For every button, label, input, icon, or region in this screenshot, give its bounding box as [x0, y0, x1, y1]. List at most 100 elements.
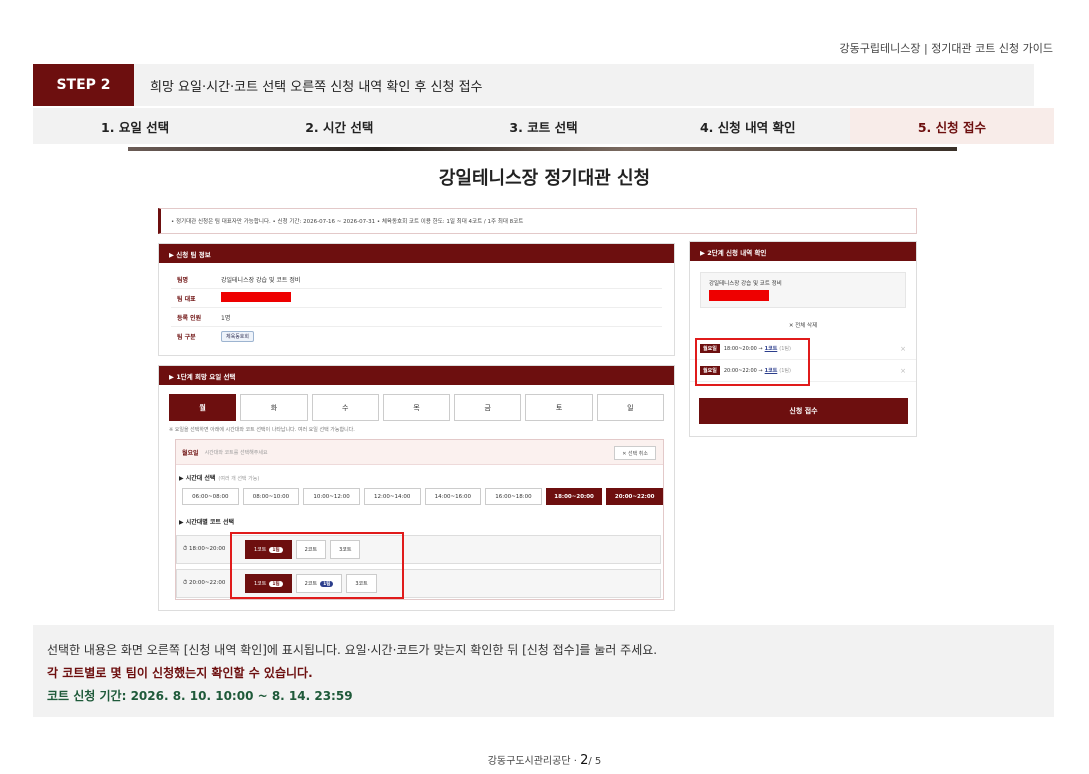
- court-row-1800: ⏱ 18:00~20:00 1코트 1팀 2코트 3코트: [176, 535, 661, 564]
- selection-court: 1코트: [764, 368, 778, 374]
- step-description: 희망 요일·시간·코트 선택 오른쪽 신청 내역 확인 후 신청 접수: [150, 79, 483, 95]
- team-count-badge: 1팀: [320, 580, 334, 587]
- selection-day-tag: 월요일: [700, 344, 720, 353]
- flow-step-4: 4. 신청 내역 확인: [699, 119, 796, 135]
- day-note: ※ 요일을 선택하면 아래에 시간대와 코트 선택이 나타납니다. 여러 요일 …: [169, 427, 355, 433]
- time-slot-1800[interactable]: 18:00~20:00: [545, 488, 603, 505]
- selected-day-header: 월요일 시간대와 코트를 선택해주세요 ✕ 선택 취소: [176, 440, 663, 465]
- day-button-wed[interactable]: 수: [311, 394, 379, 421]
- redaction-mark: [221, 292, 291, 302]
- screen-title: 강일테니스장 정기대관 신청: [438, 168, 651, 189]
- team-info-panel: ▶ 신청 팀 정보 팀명 강일테니스장 강습 및 코트 정비 팀 대표 등록 인…: [158, 243, 675, 356]
- court-button-2[interactable]: 2코트: [295, 540, 327, 559]
- redaction-mark: [709, 290, 769, 301]
- explanation-line-2: 각 코트별로 몇 팀이 신청했는지 확인할 수 있습니다.: [47, 666, 313, 680]
- submit-button[interactable]: 신청 접수: [699, 398, 908, 424]
- day-select-panel: ▶ 1단계 희망 요일 선택 월 화 수 목 금 토 일 ※ 요일을 선택하면 …: [158, 365, 675, 611]
- time-slot-0600[interactable]: 06:00~08:00: [182, 488, 239, 505]
- team-row-label: 팀명: [177, 276, 189, 284]
- court-button-label: 1코트: [254, 581, 267, 587]
- selection-item: 월요일 18:00~20:00 → 1코트 (1팀) ×: [690, 338, 916, 360]
- selection-time: 20:00~22:00 →: [723, 367, 763, 374]
- remove-item-icon[interactable]: ×: [900, 345, 906, 353]
- confirm-team-box: 강일테니스장 강습 및 코트 정비: [700, 272, 906, 308]
- process-flow: 1. 요일 선택 2. 시간 선택 3. 코트 선택 4. 신청 내역 확인 5…: [33, 108, 1055, 144]
- day-panel-heading: ▶ 1단계 희망 요일 선택: [159, 366, 674, 385]
- selected-day-hint: 시간대와 코트를 선택해주세요: [204, 449, 268, 456]
- team-type-pill: 체육동호회: [221, 331, 255, 342]
- selection-item: 월요일 20:00~22:00 → 1코트 (1팀) ×: [690, 360, 916, 382]
- flow-step-2: 2. 시간 선택: [305, 119, 374, 135]
- time-slot-0800[interactable]: 08:00~10:00: [242, 488, 300, 505]
- selected-day-box: 월요일 시간대와 코트를 선택해주세요 ✕ 선택 취소 ▶ 시간대 선택 (여러 …: [175, 439, 664, 600]
- team-row-name: 팀명 강일테니스장 강습 및 코트 정비: [171, 270, 662, 289]
- day-button-mon[interactable]: 월: [169, 394, 237, 421]
- step-bar: STEP 2 희망 요일·시간·코트 선택 오른쪽 신청 내역 확인 후 신청 …: [33, 64, 1034, 106]
- flow-step-3: 3. 코트 선택: [509, 119, 578, 135]
- selection-court: 1코트: [764, 346, 778, 352]
- court-button-2[interactable]: 2코트 1팀: [295, 574, 343, 593]
- time-slot-1200[interactable]: 12:00~14:00: [363, 488, 421, 505]
- guide-header: 강동구립테니스장 | 정기대관 코트 신청 가이드: [839, 42, 1053, 55]
- footer-org: 강동구도시관리공단 ·: [487, 756, 577, 767]
- time-slot-2000[interactable]: 20:00~22:00: [606, 488, 663, 505]
- confirm-panel-heading: ▶ 2단계 신청 내역 확인: [690, 242, 916, 261]
- confirm-team-name: 강일테니스장 강습 및 코트 정비: [709, 281, 782, 287]
- time-section-label: ▶ 시간대 선택 (여러 개 선택 가능): [179, 473, 663, 482]
- header-band-image: [128, 147, 957, 151]
- court-button-1[interactable]: 1코트 1팀: [245, 540, 292, 559]
- explanation-line-1: 선택한 내용은 화면 오른쪽 [신청 내역 확인]에 표시됩니다. 요일·시간·…: [47, 643, 658, 657]
- page-footer: 강동구도시관리공단 · 2/ 5: [0, 752, 1089, 768]
- page-total: / 5: [588, 756, 602, 767]
- time-slot-1000[interactable]: 10:00~12:00: [303, 488, 360, 505]
- team-row-value: [221, 292, 291, 304]
- team-row-value: 체육동호회: [221, 331, 255, 342]
- team-row-leader: 팀 대표: [171, 289, 662, 308]
- notice-bar: • 정기대관 신청은 팀 대표자만 가능합니다. • 신청 기간: 2026-0…: [158, 208, 917, 234]
- team-panel-heading: ▶ 신청 팀 정보: [159, 244, 674, 263]
- court-button-label: 1코트: [254, 547, 267, 553]
- day-buttons: 월 화 수 목 금 토 일: [169, 394, 664, 421]
- explanation-box: 선택한 내용은 화면 오른쪽 [신청 내역 확인]에 표시됩니다. 요일·시간·…: [33, 625, 1054, 717]
- team-row-value: 강일테니스장 강습 및 코트 정비: [221, 276, 301, 284]
- confirm-panel: ▶ 2단계 신청 내역 확인 강일테니스장 강습 및 코트 정비 ✕ 전체 삭제…: [689, 241, 917, 437]
- team-row-type: 팀 구분 체육동호회: [171, 327, 662, 346]
- court-section-label: ▶ 시간대별 코트 선택: [179, 519, 235, 526]
- team-row-members: 등록 인원 1명: [171, 308, 662, 327]
- court-row-2000: ⏱ 20:00~22:00 1코트 1팀 2코트 1팀 3코트: [176, 569, 661, 598]
- time-slot-1600[interactable]: 16:00~18:00: [485, 488, 542, 505]
- team-count-badge: 1팀: [269, 546, 283, 553]
- step-badge: STEP 2: [33, 64, 134, 106]
- court-row-time: ⏱ 20:00~22:00: [183, 580, 226, 586]
- court-row-time: ⏱ 18:00~20:00: [183, 546, 226, 552]
- selection-team-count: (1팀): [779, 346, 791, 352]
- cancel-selection-button[interactable]: ✕ 선택 취소: [614, 446, 656, 460]
- team-row-label: 팀 대표: [177, 295, 196, 303]
- flow-step-1: 1. 요일 선택: [101, 119, 170, 135]
- time-label-text: ▶ 시간대 선택: [179, 475, 216, 482]
- day-button-fri[interactable]: 금: [454, 394, 522, 421]
- court-button-label: 2코트: [304, 581, 318, 587]
- court-button-1[interactable]: 1코트 1팀: [245, 574, 292, 593]
- time-slot-buttons: 06:00~08:00 08:00~10:00 10:00~12:00 12:0…: [182, 488, 663, 505]
- day-button-sun[interactable]: 일: [596, 394, 664, 421]
- selection-team-count: (1팀): [779, 368, 791, 374]
- selected-day-name: 월요일: [182, 449, 199, 457]
- flow-step-5: 5. 신청 접수: [849, 108, 1055, 144]
- team-row-value: 1명: [221, 314, 231, 322]
- day-button-tue[interactable]: 화: [240, 394, 308, 421]
- application-period: 코트 신청 기간: 2026. 8. 10. 10:00 ~ 8. 14. 23…: [47, 689, 353, 703]
- court-button-3[interactable]: 3코트: [346, 574, 377, 593]
- team-count-badge: 1팀: [269, 580, 283, 587]
- court-button-3[interactable]: 3코트: [330, 540, 361, 559]
- team-row-label: 팀 구분: [177, 334, 196, 341]
- selection-time: 18:00~20:00 →: [723, 345, 763, 352]
- remove-item-icon[interactable]: ×: [900, 367, 906, 375]
- day-button-sat[interactable]: 토: [525, 394, 593, 421]
- day-button-thu[interactable]: 목: [382, 394, 451, 421]
- time-label-hint: (여러 개 선택 가능): [218, 476, 260, 482]
- clear-all-button[interactable]: ✕ 전체 삭제: [690, 321, 916, 329]
- time-slot-1400[interactable]: 14:00~16:00: [424, 488, 482, 505]
- team-row-label: 등록 인원: [177, 314, 202, 322]
- selection-day-tag: 월요일: [700, 366, 720, 375]
